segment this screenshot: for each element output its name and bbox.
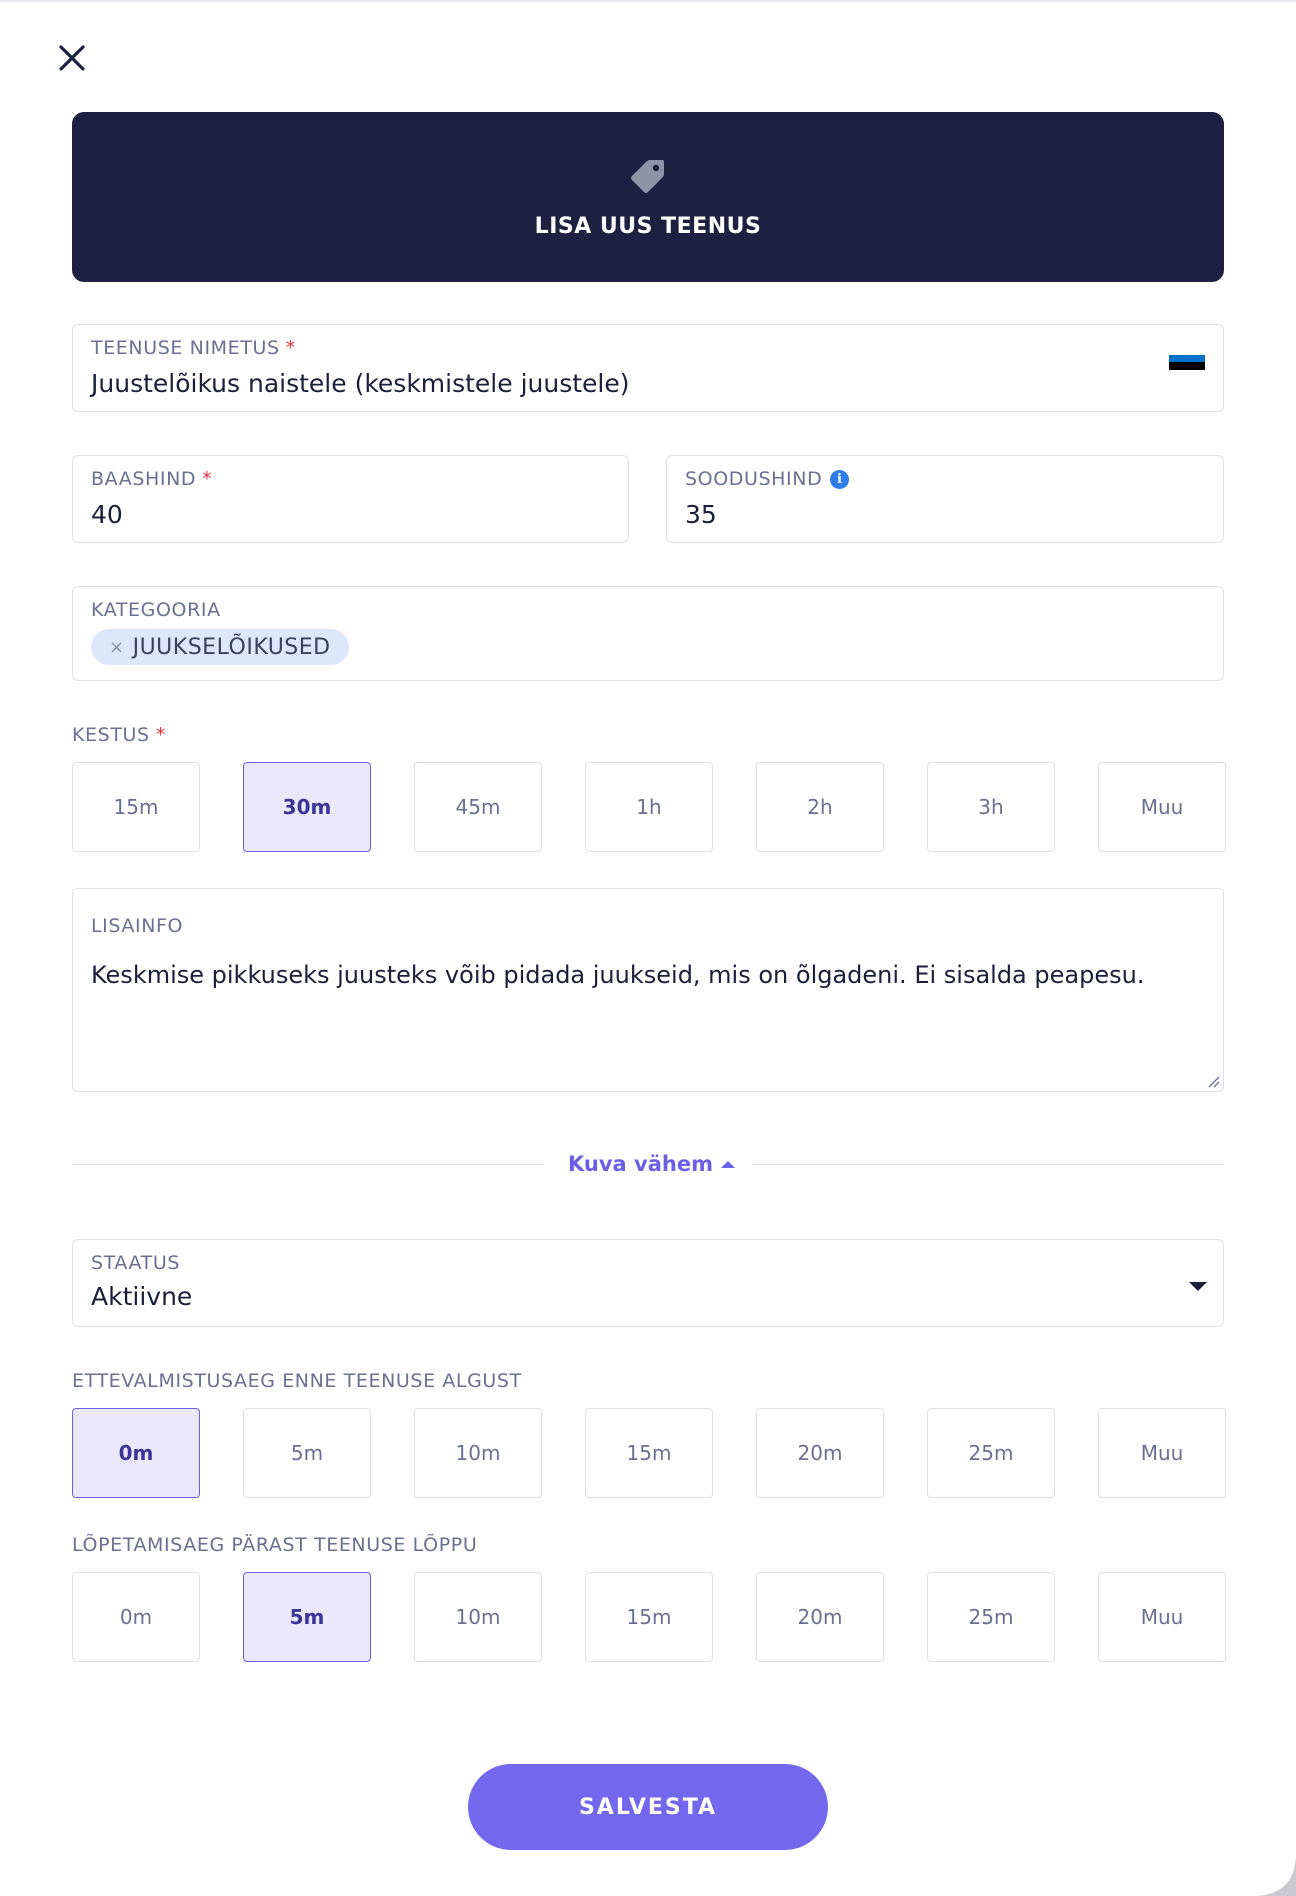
notes-textarea[interactable]: LISAINFO Keskmise pikkuseks juusteks või… bbox=[72, 888, 1224, 1092]
notes-label: LISAINFO bbox=[91, 915, 184, 937]
service-name-value[interactable]: Juustelõikus naistele (keskmistele juust… bbox=[91, 369, 630, 398]
category-field[interactable]: KATEGOORIA × JUUKSELÕIKUSED bbox=[72, 586, 1224, 681]
show-less-label: Kuva vähem bbox=[568, 1152, 713, 1176]
save-button[interactable]: SALVESTA bbox=[468, 1764, 828, 1850]
base-price-label: BAASHIND * bbox=[91, 468, 213, 490]
duration-option[interactable]: 30m bbox=[243, 762, 371, 852]
chevron-down-icon bbox=[1189, 1282, 1207, 1291]
close-icon[interactable] bbox=[56, 42, 88, 74]
service-name-field[interactable]: TEENUSE NIMETUS * Juustelõikus naistele (… bbox=[72, 324, 1224, 412]
sale-price-value[interactable]: 35 bbox=[685, 500, 717, 529]
finish-time-label: LÕPETAMISAEG PÄRAST TEENUSE LÕPPU bbox=[72, 1534, 478, 1556]
duration-option[interactable]: 45m bbox=[414, 762, 542, 852]
finish-time-option[interactable]: 15m bbox=[585, 1572, 713, 1662]
finish-time-option[interactable]: 20m bbox=[756, 1572, 884, 1662]
prep-time-option[interactable]: Muu bbox=[1098, 1408, 1226, 1498]
prep-time-option[interactable]: 5m bbox=[243, 1408, 371, 1498]
sale-price-label: SOODUSHIND i bbox=[685, 468, 850, 490]
finish-time-option[interactable]: 25m bbox=[927, 1572, 1055, 1662]
required-mark: * bbox=[202, 468, 213, 490]
duration-option[interactable]: 2h bbox=[756, 762, 884, 852]
caret-up-icon bbox=[720, 1160, 735, 1168]
window-corner bbox=[1256, 1856, 1296, 1896]
notes-value[interactable]: Keskmise pikkuseks juusteks võib pidada … bbox=[91, 961, 1205, 989]
prep-time-label: ETTEVALMISTUSAEG ENNE TEENUSE ALGUST bbox=[72, 1370, 522, 1392]
duration-option[interactable]: Muu bbox=[1098, 762, 1226, 852]
duration-option[interactable]: 3h bbox=[927, 762, 1055, 852]
price-tag-icon bbox=[628, 156, 668, 200]
service-name-label: TEENUSE NIMETUS * bbox=[91, 337, 296, 359]
status-value: Aktiivne bbox=[91, 1282, 193, 1311]
finish-time-option[interactable]: 0m bbox=[72, 1572, 200, 1662]
show-less-toggle[interactable]: Kuva vähem bbox=[568, 1152, 735, 1176]
category-chip-label: JUUKSELÕIKUSED bbox=[132, 634, 331, 660]
info-icon[interactable]: i bbox=[830, 470, 850, 489]
required-mark: * bbox=[285, 337, 296, 359]
estonian-flag-icon[interactable] bbox=[1169, 355, 1205, 377]
status-select[interactable]: STAATUS Aktiivne bbox=[72, 1239, 1224, 1327]
finish-time-option[interactable]: 10m bbox=[414, 1572, 542, 1662]
prep-time-option[interactable]: 0m bbox=[72, 1408, 200, 1498]
finish-time-option[interactable]: 5m bbox=[243, 1572, 371, 1662]
duration-options: 15m 30m 45m 1h 2h 3h Muu bbox=[72, 762, 1226, 852]
category-label: KATEGOORIA bbox=[91, 599, 221, 621]
required-mark: * bbox=[155, 724, 166, 746]
base-price-field[interactable]: BAASHIND * 40 bbox=[72, 455, 629, 543]
category-chip: × JUUKSELÕIKUSED bbox=[91, 629, 349, 665]
prep-time-option[interactable]: 20m bbox=[756, 1408, 884, 1498]
duration-option[interactable]: 1h bbox=[585, 762, 713, 852]
resize-handle-icon[interactable] bbox=[1206, 1074, 1220, 1088]
prep-time-option[interactable]: 25m bbox=[927, 1408, 1055, 1498]
remove-chip-icon[interactable]: × bbox=[109, 637, 125, 658]
status-label: STAATUS bbox=[91, 1252, 181, 1274]
prep-time-option[interactable]: 15m bbox=[585, 1408, 713, 1498]
base-price-value[interactable]: 40 bbox=[91, 500, 123, 529]
add-service-dialog: LISA UUS TEENUS TEENUSE NIMETUS * Juustel… bbox=[0, 0, 1296, 1896]
dialog-title: LISA UUS TEENUS bbox=[534, 214, 762, 239]
prep-time-option[interactable]: 10m bbox=[414, 1408, 542, 1498]
finish-time-options: 0m 5m 10m 15m 20m 25m Muu bbox=[72, 1572, 1226, 1662]
finish-time-option[interactable]: Muu bbox=[1098, 1572, 1226, 1662]
duration-label: KESTUS * bbox=[72, 724, 166, 746]
prep-time-options: 0m 5m 10m 15m 20m 25m Muu bbox=[72, 1408, 1226, 1498]
duration-option[interactable]: 15m bbox=[72, 762, 200, 852]
dialog-header: LISA UUS TEENUS bbox=[72, 112, 1224, 282]
sale-price-field[interactable]: SOODUSHIND i 35 bbox=[666, 455, 1224, 543]
